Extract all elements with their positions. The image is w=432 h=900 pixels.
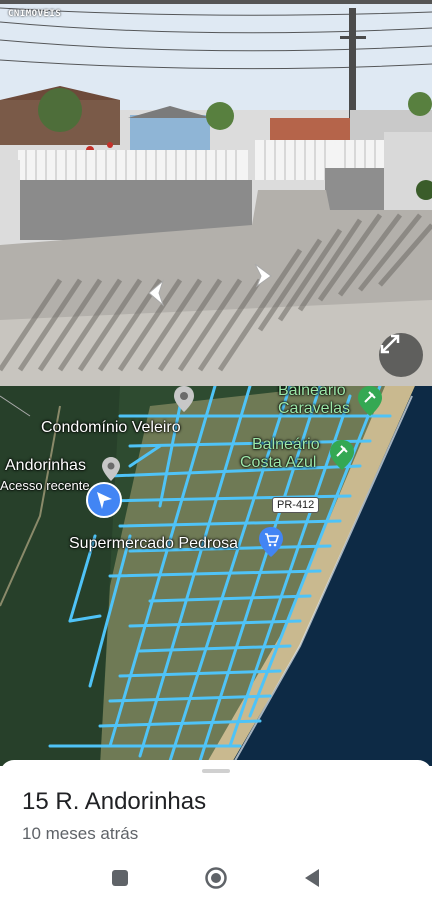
label-condominio-veleiro[interactable]: Condomínio Veleiro [41,419,181,437]
system-nav-bar [0,862,432,892]
street-view-image [0,0,432,386]
map-base [0,386,432,766]
expand-icon [380,334,400,354]
label-acesso-recente: Acesso recente [0,478,90,493]
home-button[interactable] [202,864,230,892]
drag-handle[interactable] [202,769,230,773]
route-shield-pr412: PR-412 [272,497,320,513]
current-location-icon[interactable] [86,482,122,518]
back-button[interactable] [298,864,326,892]
beach-pin-icon[interactable] [358,386,382,416]
map-pin-icon[interactable] [174,386,194,412]
label-andorinhas[interactable]: Andorinhas [5,457,86,475]
chevron-right-icon [254,263,272,288]
chevron-left-icon [148,279,165,307]
street-nav-right-button[interactable] [249,260,283,294]
recents-button[interactable] [106,864,134,892]
street-view-panel[interactable]: CNIMOVEIS [0,0,432,386]
shopping-cart-pin-icon[interactable] [259,527,283,557]
satellite-map[interactable]: Balneário Caravelas Balneário Costa Azul… [0,386,432,766]
expand-button[interactable] [379,333,423,377]
label-balneario-costa-azul[interactable]: Balneário Costa Azul [240,436,320,472]
map-pin-icon[interactable] [102,457,120,481]
triangle-back-icon [305,869,319,887]
square-icon [112,870,128,886]
place-title: 15 R. Andorinhas [22,788,207,815]
street-nav-left-button[interactable] [141,277,175,311]
label-balneario-caravelas[interactable]: Balneário Caravelas [278,386,350,418]
circle-icon [205,867,227,889]
watermark: CNIMOVEIS [8,9,62,19]
beach-pin-icon[interactable] [330,440,354,470]
place-timestamp: 10 meses atrás [22,824,139,843]
place-bottom-sheet[interactable]: 15 R. Andorinhas 10 meses atrás [0,760,432,900]
label-supermercado-pedrosa[interactable]: Supermercado Pedrosa [69,535,238,553]
